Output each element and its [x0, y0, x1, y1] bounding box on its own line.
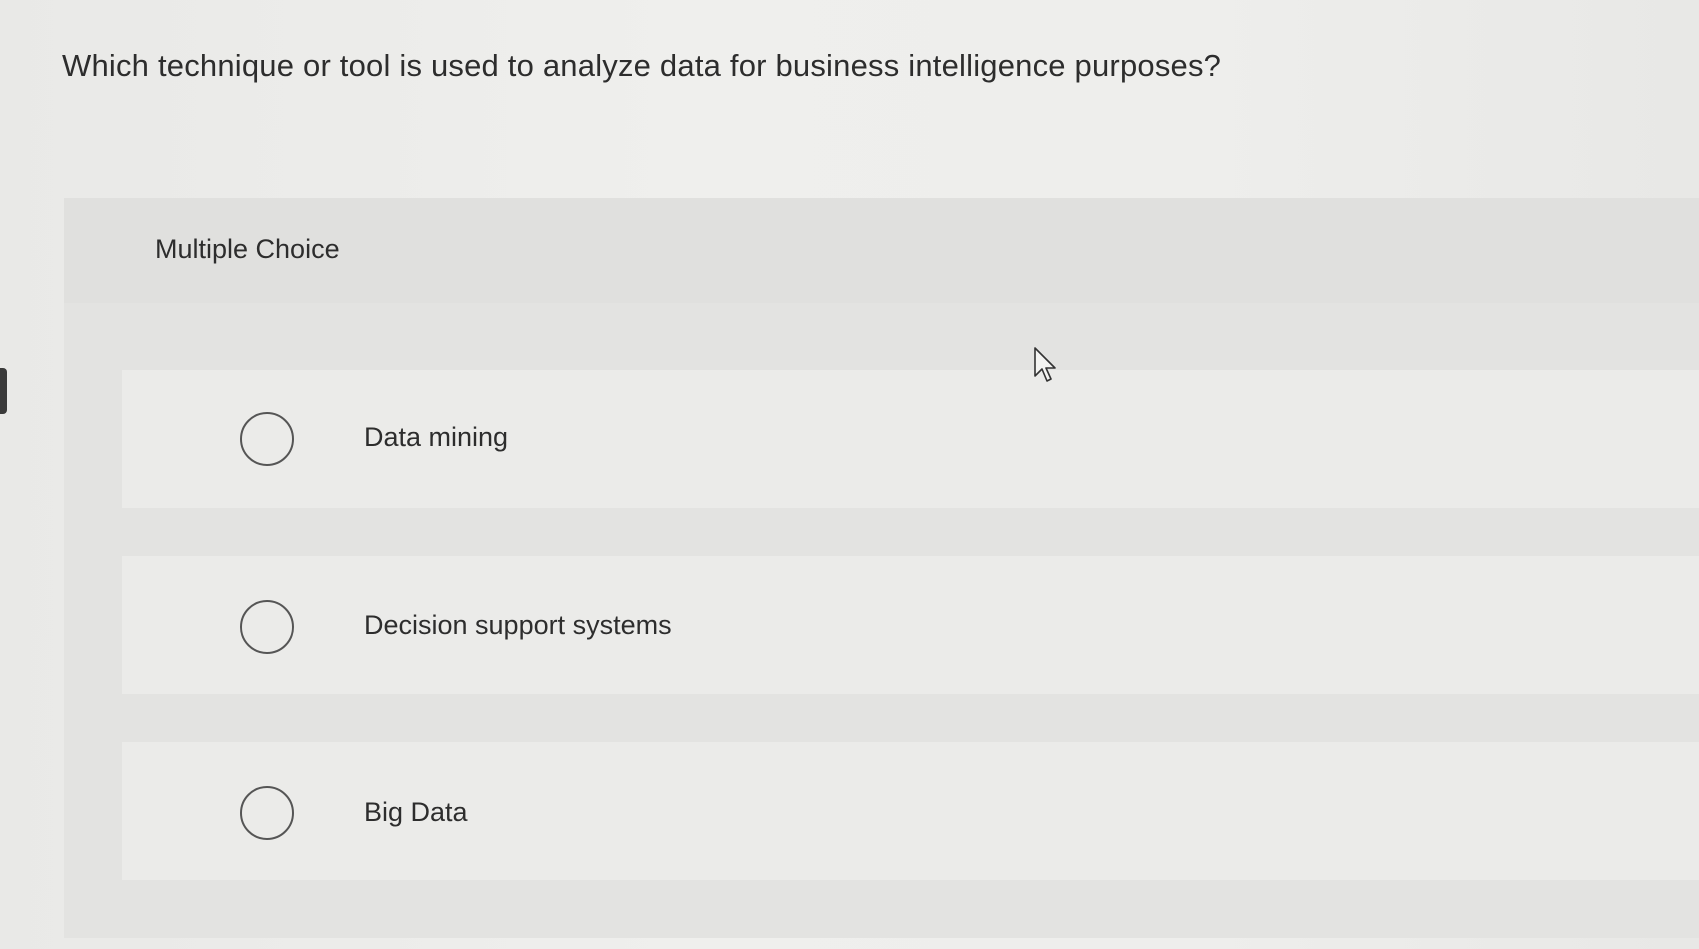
quiz-screen: Which technique or tool is used to analy… [0, 0, 1699, 949]
question-text: Which technique or tool is used to analy… [62, 48, 1222, 83]
option-label: Data mining [364, 422, 509, 452]
option-big-data[interactable]: Big Data [122, 742, 1699, 880]
radio-button-icon[interactable] [240, 786, 294, 840]
option-decision-support-systems[interactable]: Decision support systems [122, 556, 1699, 694]
radio-button-icon[interactable] [240, 412, 294, 466]
option-label: Decision support systems [364, 610, 672, 640]
mouse-pointer-icon [1034, 347, 1056, 382]
panel-title: Multiple Choice [155, 234, 340, 264]
multiple-choice-panel: Multiple Choice Data mining Decision sup… [64, 198, 1699, 938]
option-data-mining[interactable]: Data mining [122, 370, 1699, 508]
window-edge [0, 368, 7, 414]
panel-header: Multiple Choice [64, 198, 1699, 303]
option-label: Big Data [364, 797, 468, 827]
radio-button-icon[interactable] [240, 600, 294, 654]
